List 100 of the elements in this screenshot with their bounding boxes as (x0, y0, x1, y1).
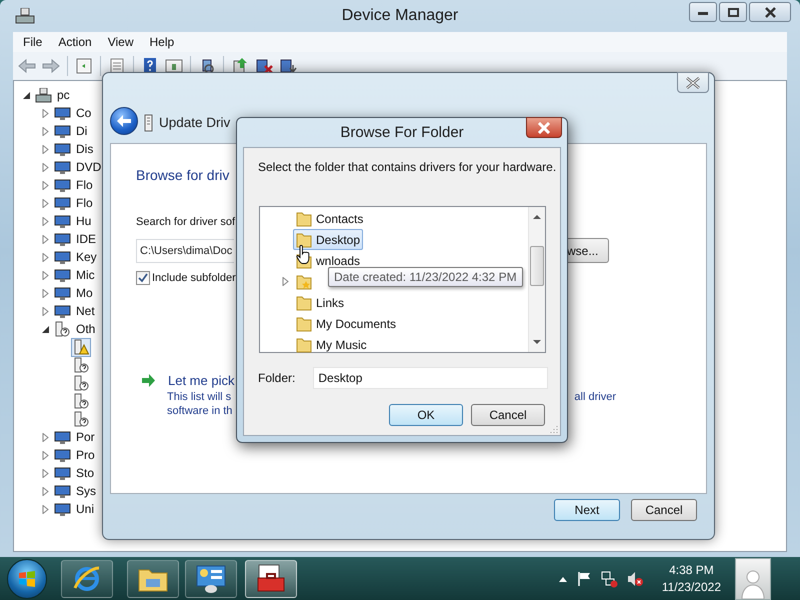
device-icon (54, 196, 70, 210)
tree-label[interactable]: IDE (76, 232, 96, 246)
tooltip: Date created: 11/23/2022 4:32 PM (328, 267, 523, 287)
dialog-button[interactable]: OK (389, 404, 463, 426)
folder-item[interactable]: Desktop (293, 229, 364, 250)
tree-node[interactable] (53, 176, 71, 194)
browse-button[interactable]: wse... (567, 238, 609, 263)
tree-label[interactable]: Co (76, 106, 92, 120)
tree-node[interactable] (34, 86, 52, 104)
expander-icon[interactable] (22, 90, 31, 100)
tree-node[interactable] (53, 320, 71, 338)
tree-label[interactable]: pc (57, 88, 70, 102)
tree-node[interactable] (53, 302, 71, 320)
tree-label[interactable]: Oth (76, 322, 96, 336)
tree-node[interactable] (53, 158, 71, 176)
back-button[interactable] (110, 107, 138, 135)
expander-icon[interactable] (41, 324, 50, 334)
maximize-button[interactable] (719, 2, 747, 22)
tree-node[interactable] (53, 482, 71, 500)
dialog-title: Browse For Folder (340, 124, 464, 141)
tree-node[interactable] (72, 356, 90, 374)
dialog-button[interactable]: Cancel (631, 499, 697, 521)
tree-node[interactable] (72, 392, 90, 410)
scrollbar[interactable] (528, 207, 545, 352)
taskbar-app-button[interactable] (245, 560, 297, 598)
unknown-device-icon (74, 375, 88, 391)
tree-label[interactable]: Pro (76, 448, 95, 462)
close-button[interactable] (749, 2, 791, 22)
tree-label[interactable]: Sto (76, 466, 94, 480)
folder-field[interactable]: Desktop (313, 367, 548, 389)
tree-node[interactable] (53, 194, 71, 212)
folder-item[interactable]: My Documents (293, 313, 400, 334)
tree-label[interactable]: Flo (76, 196, 93, 210)
back-arrow-icon[interactable] (17, 57, 37, 75)
close-button[interactable] (677, 72, 709, 93)
tree-node[interactable] (53, 248, 71, 266)
tree-node[interactable] (53, 104, 71, 122)
tree-node[interactable] (72, 410, 90, 428)
tree-label[interactable]: Flo (76, 178, 93, 192)
close-button[interactable] (526, 117, 562, 138)
tree-label[interactable]: DVD (76, 160, 102, 174)
device-icon (54, 502, 70, 516)
tree-label[interactable]: Hu (76, 214, 92, 228)
tree-node[interactable] (72, 374, 90, 392)
close-icon (764, 6, 776, 18)
network-icon[interactable] (600, 570, 618, 588)
folder-item[interactable]: Contacts (293, 208, 366, 229)
tree-node[interactable] (53, 122, 71, 140)
scroll-thumb[interactable] (530, 246, 544, 286)
tree-node[interactable] (53, 446, 71, 464)
taskbar-app-button[interactable] (127, 560, 179, 598)
scroll-down-icon[interactable] (533, 340, 541, 345)
menu-item[interactable]: View (100, 35, 142, 49)
menu-item[interactable]: Help (142, 35, 182, 49)
tree-label[interactable]: Net (76, 304, 95, 318)
window-icon[interactable] (164, 57, 184, 75)
uninstall-icon[interactable] (278, 57, 298, 75)
checkbox-label[interactable]: Include subfolder (152, 271, 236, 285)
tree-node[interactable] (53, 464, 71, 482)
dialog-button[interactable]: Next (554, 499, 620, 521)
start-button[interactable] (7, 558, 47, 598)
forward-arrow-icon[interactable] (41, 57, 61, 75)
tree-node[interactable] (53, 284, 71, 302)
taskbar-app-button[interactable] (185, 560, 237, 598)
flag-icon[interactable] (576, 570, 592, 586)
tree-node[interactable] (53, 230, 71, 248)
disable-icon[interactable] (254, 57, 274, 75)
option-link[interactable]: Let me pick (168, 373, 234, 388)
tree-label[interactable]: Di (76, 124, 88, 138)
window-icon[interactable] (74, 57, 94, 75)
tree-label[interactable]: Por (76, 430, 95, 444)
tree-node[interactable] (53, 500, 71, 518)
tree-label[interactable]: Key (76, 250, 97, 264)
option-description: software in th (167, 404, 232, 418)
include-subfolders-checkbox[interactable] (136, 271, 150, 285)
tree-label[interactable]: Sys (76, 484, 96, 498)
speaker-muted-icon[interactable] (626, 570, 644, 588)
dialog-button[interactable]: Cancel (471, 404, 545, 426)
tree-label[interactable]: Mic (76, 268, 95, 282)
caret-up-icon[interactable] (558, 574, 568, 582)
folder-icon (296, 316, 312, 332)
tree-node[interactable] (53, 266, 71, 284)
unknown-device-icon (74, 357, 88, 373)
device-icon (54, 106, 70, 120)
menu-item[interactable]: Action (50, 35, 100, 49)
scroll-up-icon[interactable] (533, 214, 541, 219)
tree-label[interactable]: Dis (76, 142, 94, 156)
minimize-button[interactable] (689, 2, 717, 22)
menu-item[interactable]: File (15, 35, 50, 49)
path-field[interactable]: C:\Users\dima\Doc (136, 238, 234, 262)
folder-item[interactable]: My Music (293, 334, 370, 355)
clock[interactable]: 4:38 PM 11/23/2022 (662, 562, 721, 596)
tree-node[interactable] (53, 140, 71, 158)
tree-label[interactable]: Uni (76, 502, 94, 516)
taskbar-app-button[interactable] (61, 560, 113, 598)
tree-node[interactable] (72, 338, 90, 356)
tree-node[interactable] (53, 428, 71, 446)
tree-node[interactable] (53, 212, 71, 230)
tree-label[interactable]: Mo (76, 286, 93, 300)
folder-item[interactable]: Links (293, 292, 348, 313)
